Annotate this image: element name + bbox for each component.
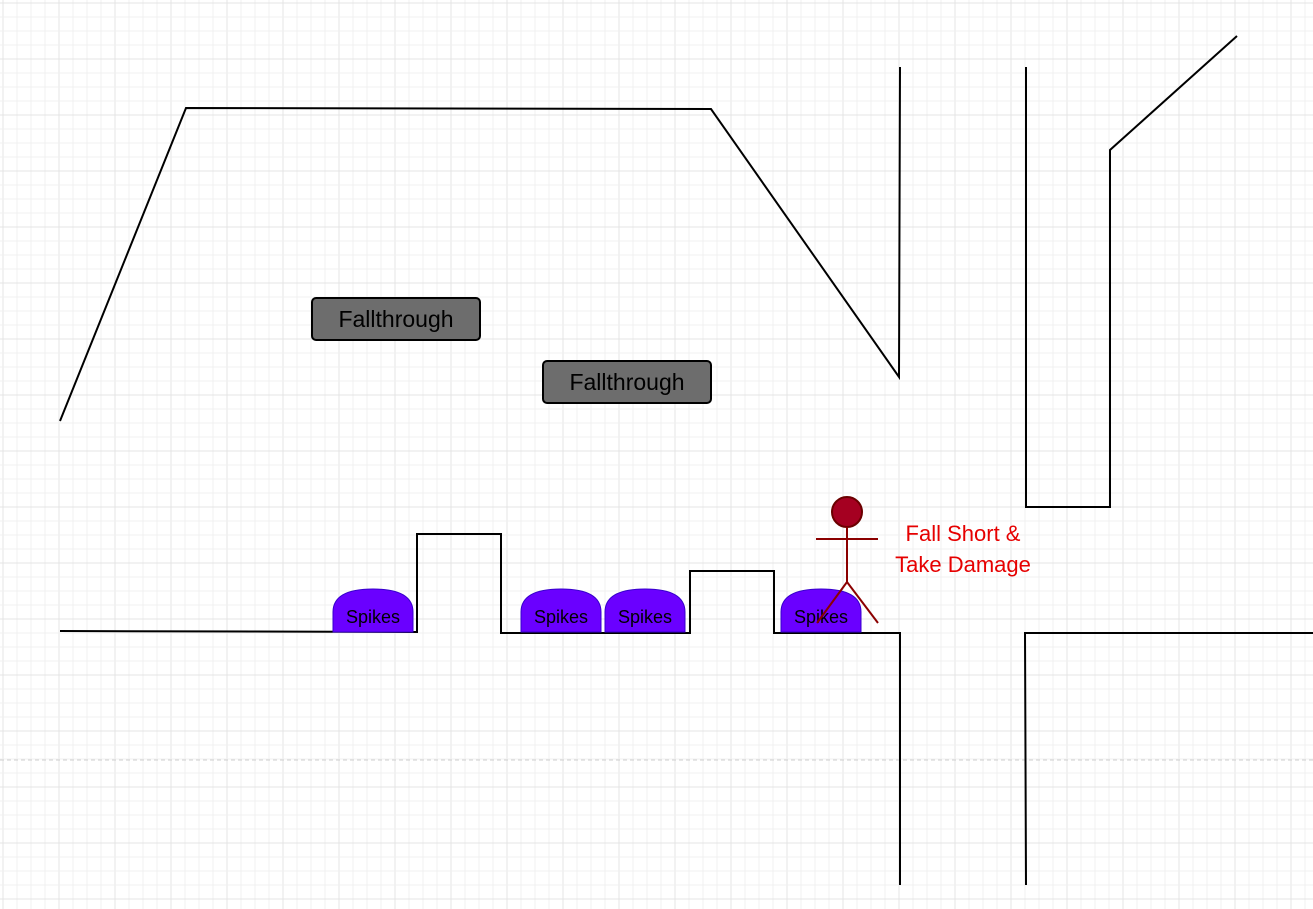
background-grid: [0, 0, 1313, 909]
ground-floor: [59, 533, 901, 885]
annotation-line-2: Take Damage: [895, 552, 1031, 577]
spikes-label: Spikes: [534, 607, 588, 627]
annotation-line-1: Fall Short &: [906, 521, 1021, 546]
fallthrough-platform: Fallthrough: [542, 360, 712, 404]
right-shaft-wall: [1025, 35, 1238, 508]
spikes-hazard: Spikes: [520, 588, 602, 633]
spikes-label: Spikes: [618, 607, 672, 627]
spikes-hazard: Spikes: [332, 588, 414, 633]
platform-label: Fallthrough: [569, 369, 684, 395]
spikes-hazard: Spikes: [604, 588, 686, 633]
platform-label: Fallthrough: [338, 306, 453, 332]
ceiling-wall: [59, 66, 901, 422]
spikes-label: Spikes: [346, 607, 400, 627]
spikes-hazard: Spikes: [780, 588, 862, 633]
level-diagram-canvas: Fallthrough Fallthrough Spikes Spikes Sp…: [0, 0, 1313, 909]
fallthrough-platform: Fallthrough: [311, 297, 481, 341]
